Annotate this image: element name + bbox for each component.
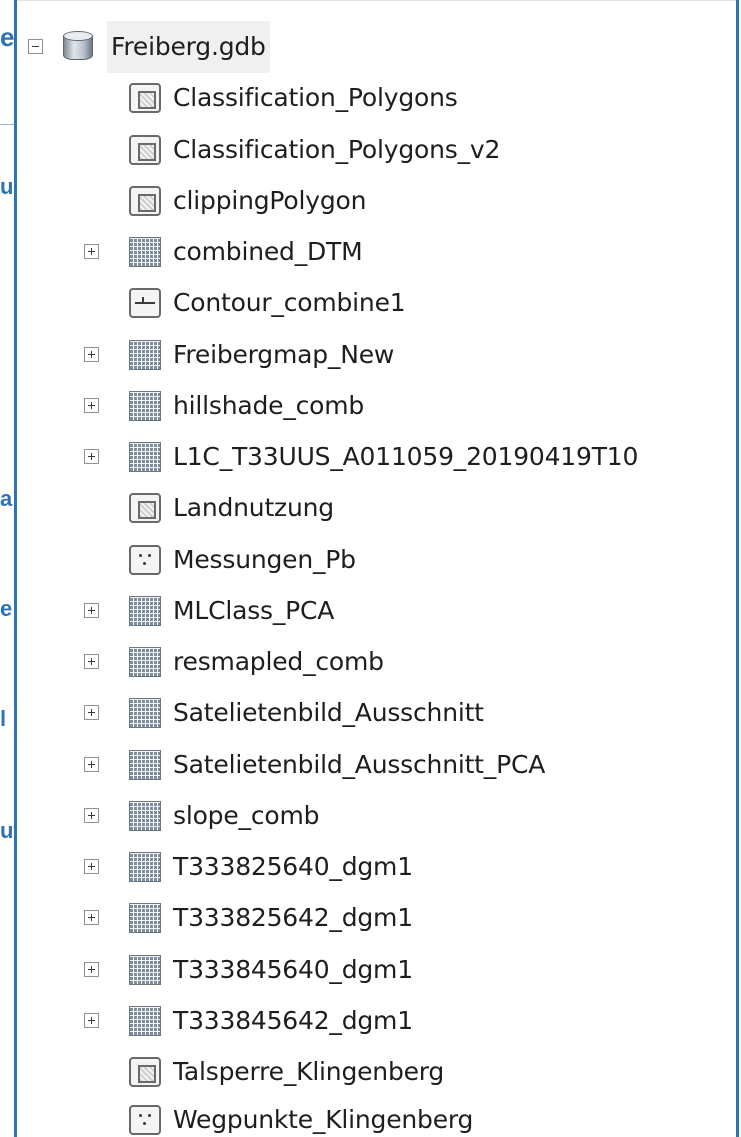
- expand-toggle-icon[interactable]: [84, 859, 99, 874]
- tree-item[interactable]: combined_DTM: [17, 226, 736, 278]
- background-text-fragment: u: [0, 174, 14, 199]
- expand-toggle-icon[interactable]: [84, 654, 99, 669]
- tree-item-label[interactable]: Wegpunkte_Klingenberg: [173, 1094, 473, 1137]
- tree-item-label[interactable]: Classification_Polygons: [173, 72, 458, 124]
- background-text-fragment: a: [0, 486, 13, 511]
- tree-item[interactable]: Satelietenbild_Ausschnitt_PCA: [17, 739, 736, 791]
- polygon-feature-class-icon: [129, 83, 161, 113]
- raster-dataset-icon: [129, 1006, 161, 1036]
- line-feature-class-icon: [129, 288, 161, 318]
- raster-dataset-icon: [129, 237, 161, 267]
- point-feature-class-icon: [129, 545, 161, 575]
- tree-item[interactable]: Messungen_Pb: [17, 534, 736, 586]
- raster-dataset-icon: [129, 903, 161, 933]
- tree-item-label[interactable]: MLClass_PCA: [173, 585, 334, 637]
- tree-item[interactable]: T333825640_dgm1: [17, 841, 736, 893]
- tree-item-label[interactable]: Messungen_Pb: [173, 534, 356, 586]
- raster-dataset-icon: [129, 955, 161, 985]
- tree-item-label[interactable]: Satelietenbild_Ausschnitt: [173, 687, 484, 739]
- raster-dataset-icon: [129, 596, 161, 626]
- raster-dataset-icon: [129, 698, 161, 728]
- expand-toggle-icon[interactable]: [84, 603, 99, 618]
- tree-root-row[interactable]: Freiberg.gdb: [17, 21, 736, 73]
- panel-top-edge: [17, 0, 736, 1]
- tree-item[interactable]: T333825642_dgm1: [17, 892, 736, 944]
- tree-item[interactable]: resmapled_comb: [17, 636, 736, 688]
- background-text-fragment: l: [0, 706, 7, 731]
- tree-item[interactable]: clippingPolygon: [17, 175, 736, 227]
- expand-toggle-icon[interactable]: [84, 1013, 99, 1028]
- tree-item-label[interactable]: hillshade_comb: [173, 380, 364, 432]
- tree-item[interactable]: Satelietenbild_Ausschnitt: [17, 687, 736, 739]
- expand-toggle-icon[interactable]: [84, 244, 99, 259]
- tree-item[interactable]: MLClass_PCA: [17, 585, 736, 637]
- tree-item-label[interactable]: Talsperre_Klingenberg: [173, 1046, 444, 1098]
- polygon-feature-class-icon: [129, 186, 161, 216]
- tree-item-label[interactable]: T333825642_dgm1: [173, 892, 413, 944]
- tree-item-label[interactable]: slope_comb: [173, 790, 319, 842]
- tree-item-label[interactable]: resmapled_comb: [173, 636, 384, 688]
- tree-item[interactable]: Freibergmap_New: [17, 329, 736, 381]
- expand-toggle-icon[interactable]: [84, 705, 99, 720]
- catalog-tree-panel: Freiberg.gdb Classification_Polygons Cla…: [14, 0, 739, 1137]
- tree-item[interactable]: T333845642_dgm1: [17, 995, 736, 1047]
- raster-dataset-icon: [129, 340, 161, 370]
- polygon-feature-class-icon: [129, 1057, 161, 1087]
- expand-toggle-icon[interactable]: [84, 398, 99, 413]
- tree-item[interactable]: Classification_Polygons_v2: [17, 124, 736, 176]
- tree-item[interactable]: Classification_Polygons: [17, 72, 736, 124]
- tree-item[interactable]: Contour_combine1: [17, 277, 736, 329]
- polygon-feature-class-icon: [129, 135, 161, 165]
- background-text-fragment: e: [0, 596, 13, 621]
- expand-toggle-icon[interactable]: [84, 757, 99, 772]
- tree-item-label[interactable]: combined_DTM: [173, 226, 363, 278]
- tree-item[interactable]: hillshade_comb: [17, 380, 736, 432]
- tree-item-label[interactable]: L1C_T33UUS_A011059_20190419T10: [173, 431, 638, 483]
- raster-dataset-icon: [129, 750, 161, 780]
- tree-item-label[interactable]: T333845640_dgm1: [173, 944, 413, 996]
- geodatabase-icon-top: [63, 31, 93, 41]
- expand-toggle-icon[interactable]: [84, 347, 99, 362]
- tree-item[interactable]: slope_comb: [17, 790, 736, 842]
- raster-dataset-icon: [129, 852, 161, 882]
- expand-toggle-icon[interactable]: [84, 962, 99, 977]
- tree-item[interactable]: Talsperre_Klingenberg: [17, 1046, 736, 1098]
- collapse-toggle-icon[interactable]: [28, 39, 43, 54]
- polygon-feature-class-icon: [129, 493, 161, 523]
- tree-root-label[interactable]: Freiberg.gdb: [107, 21, 270, 73]
- tree-item-label[interactable]: clippingPolygon: [173, 175, 366, 227]
- tree-item[interactable]: Landnutzung: [17, 482, 736, 534]
- tree-item-label[interactable]: Contour_combine1: [173, 277, 406, 329]
- point-feature-class-icon: [129, 1105, 161, 1135]
- tree-item[interactable]: L1C_T33UUS_A011059_20190419T10: [17, 431, 736, 483]
- raster-dataset-icon: [129, 647, 161, 677]
- tree-item[interactable]: T333845640_dgm1: [17, 944, 736, 996]
- raster-dataset-icon: [129, 391, 161, 421]
- tree-item-label[interactable]: Freibergmap_New: [173, 329, 394, 381]
- raster-dataset-icon: [129, 801, 161, 831]
- expand-toggle-icon[interactable]: [84, 910, 99, 925]
- expand-toggle-icon[interactable]: [84, 808, 99, 823]
- tree-item-label[interactable]: T333825640_dgm1: [173, 841, 413, 893]
- tree-item[interactable]: Wegpunkte_Klingenberg: [17, 1094, 736, 1137]
- tree-item-label[interactable]: Classification_Polygons_v2: [173, 124, 500, 176]
- raster-dataset-icon: [129, 442, 161, 472]
- geodatabase-icon: [63, 31, 93, 63]
- tree-item-label[interactable]: T333845642_dgm1: [173, 995, 413, 1047]
- tree-item-label[interactable]: Landnutzung: [173, 482, 334, 534]
- background-text-fragment: e: [0, 22, 15, 52]
- expand-toggle-icon[interactable]: [84, 449, 99, 464]
- tree-item-label[interactable]: Satelietenbild_Ausschnitt_PCA: [173, 739, 545, 791]
